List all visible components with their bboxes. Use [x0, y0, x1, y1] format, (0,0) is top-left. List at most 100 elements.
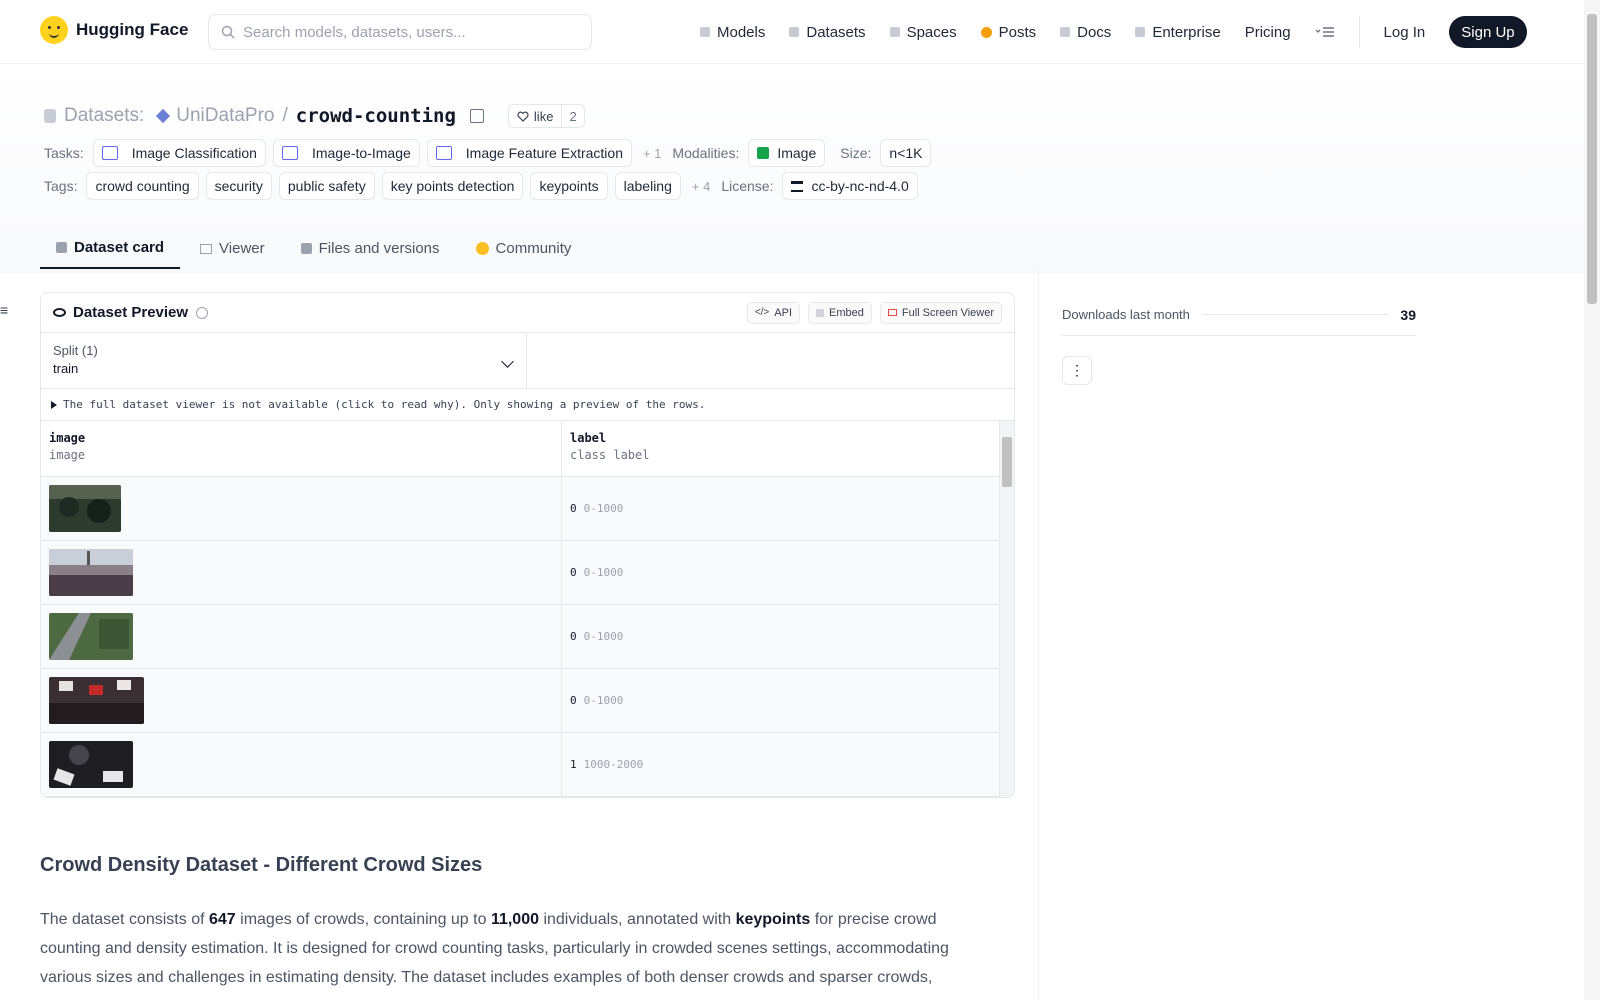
tab-viewer[interactable]: Viewer — [184, 228, 281, 269]
info-icon[interactable] — [196, 306, 209, 319]
nav-datasets[interactable]: Datasets — [789, 23, 866, 41]
like-label: like — [533, 108, 554, 124]
top-navbar: Hugging Face Models Datasets Spaces Post… — [0, 0, 1584, 64]
modality-chip[interactable]: Image — [748, 139, 826, 167]
dataset-preview-card: Dataset Preview </> API Embed Full Screen… — [40, 292, 1015, 798]
tag-chip[interactable]: security — [205, 172, 272, 200]
tag-chip[interactable]: labeling — [614, 172, 681, 200]
tab-files[interactable]: Files and versions — [285, 228, 456, 269]
kebab-icon: ⋮ — [1070, 362, 1084, 378]
dataset-icon — [44, 109, 56, 123]
task-chip-label: Image Classification — [131, 145, 257, 161]
preview-table: image image label class label 0 0-1000 0 0-1… — [41, 421, 1014, 797]
row-label-name: 0-1000 — [583, 502, 624, 515]
search-input[interactable] — [243, 23, 573, 41]
column-image[interactable]: image image — [41, 421, 562, 476]
tab-label: Viewer — [219, 240, 265, 257]
page-scrollbar[interactable] — [1584, 0, 1600, 1000]
task-chip[interactable]: Image Feature Extraction — [426, 139, 632, 167]
files-icon — [300, 243, 312, 254]
tab-community[interactable]: Community — [460, 228, 588, 269]
api-button[interactable]: </> API — [746, 301, 801, 324]
tab-label: Files and versions — [318, 240, 440, 257]
tag-chip[interactable]: key points detection — [381, 172, 524, 200]
size-chip[interactable]: n<1K — [880, 139, 932, 167]
row-label-number: 0 — [570, 566, 577, 579]
models-icon — [700, 27, 710, 37]
repo-header: Datasets: UniDataPro / crowd-counting li… — [0, 64, 1584, 274]
task-chip[interactable]: Image-to-Image — [272, 139, 420, 167]
datasets-icon — [789, 27, 800, 37]
full-screen-viewer-button[interactable]: Full Screen Viewer — [879, 301, 1002, 324]
tag-chip[interactable]: public safety — [278, 172, 375, 200]
column-label[interactable]: label class label — [562, 421, 999, 476]
row-image-thumbnail[interactable] — [49, 549, 133, 596]
split-row: Split (1) train — [41, 333, 1014, 389]
nav-spaces-label: Spaces — [906, 23, 957, 41]
nav-enterprise[interactable]: Enterprise — [1135, 23, 1221, 41]
toc-toggle-icon[interactable]: ≡ — [0, 302, 8, 318]
org-link[interactable]: UniDataPro — [176, 105, 274, 127]
page-scrollbar-thumb[interactable] — [1587, 14, 1597, 304]
nav-pricing[interactable]: Pricing — [1245, 24, 1291, 41]
row-image-thumbnail[interactable] — [49, 613, 133, 660]
tags-row: Tags: crowd counting security public saf… — [44, 172, 918, 200]
nav-posts[interactable]: Posts — [980, 23, 1037, 41]
task-chip-label: Image-to-Image — [311, 145, 411, 161]
copy-icon[interactable] — [469, 109, 484, 123]
column-type: class label — [570, 448, 650, 462]
login-link[interactable]: Log In — [1384, 24, 1426, 41]
image-classification-icon — [101, 146, 118, 160]
tasks-more[interactable]: + 1 — [643, 146, 661, 161]
readme-paragraph: The dataset consists of 647 images of cr… — [40, 905, 960, 992]
tab-label: Community — [495, 240, 572, 257]
tab-dataset-card[interactable]: Dataset card — [40, 228, 181, 269]
more-menu-icon[interactable] — [1315, 25, 1335, 39]
nav-enterprise-label: Enterprise — [1152, 23, 1221, 41]
nav-posts-label: Posts — [998, 23, 1037, 41]
readme-bold: 11,000 — [490, 911, 539, 928]
image-to-image-icon — [281, 146, 298, 160]
section-label[interactable]: Datasets: — [64, 105, 144, 127]
preview-header: Dataset Preview </> API Embed Full Screen… — [41, 293, 1014, 333]
nav-datasets-label: Datasets — [806, 23, 866, 41]
readme-heading: Crowd Density Dataset - Different Crowd … — [40, 854, 483, 876]
license-chip[interactable]: cc-by-nc-nd-4.0 — [782, 172, 918, 200]
nav-spaces[interactable]: Spaces — [889, 23, 957, 41]
brand-link[interactable]: Hugging Face — [40, 16, 188, 44]
readme-text: individuals, annotated with — [539, 911, 736, 928]
tags-more[interactable]: + 4 — [692, 179, 710, 194]
column-type: image — [49, 448, 86, 462]
row-label-number: 0 — [570, 502, 577, 515]
column-name: image — [49, 431, 86, 445]
viewer-notice[interactable]: The full dataset viewer is not available… — [41, 389, 1014, 421]
tag-chip[interactable]: keypoints — [530, 172, 608, 200]
row-label-name: 0-1000 — [583, 694, 624, 707]
split-label: Split (1) — [53, 343, 98, 358]
table-scrollbar-thumb[interactable] — [1002, 437, 1012, 487]
spaces-icon — [889, 27, 900, 37]
size-label: Size: — [840, 145, 872, 161]
path-separator: / — [282, 105, 288, 126]
task-chip[interactable]: Image Classification — [92, 139, 266, 167]
repo-name[interactable]: crowd-counting — [296, 105, 456, 127]
nav-models-label: Models — [717, 23, 766, 41]
downloads-sparkline — [1201, 314, 1389, 315]
signup-button[interactable]: Sign Up — [1449, 16, 1527, 48]
search-box[interactable] — [208, 14, 592, 50]
row-image-thumbnail[interactable] — [49, 741, 133, 788]
tag-chip[interactable]: crowd counting — [86, 172, 199, 200]
table-scrollbar[interactable] — [999, 421, 1014, 797]
embed-icon — [816, 308, 825, 317]
row-image-thumbnail[interactable] — [49, 485, 121, 532]
nav-docs[interactable]: Docs — [1060, 24, 1111, 41]
more-options-button[interactable]: ⋮ — [1062, 356, 1092, 385]
preview-title: Dataset Preview — [73, 304, 189, 321]
row-image-thumbnail[interactable] — [49, 677, 144, 724]
embed-button[interactable]: Embed — [808, 301, 872, 324]
split-select[interactable]: Split (1) train — [41, 333, 527, 388]
nav-models[interactable]: Models — [700, 24, 765, 41]
like-button[interactable]: like 2 — [507, 104, 585, 128]
api-button-label: API — [774, 306, 793, 319]
org-avatar-icon — [156, 108, 171, 124]
